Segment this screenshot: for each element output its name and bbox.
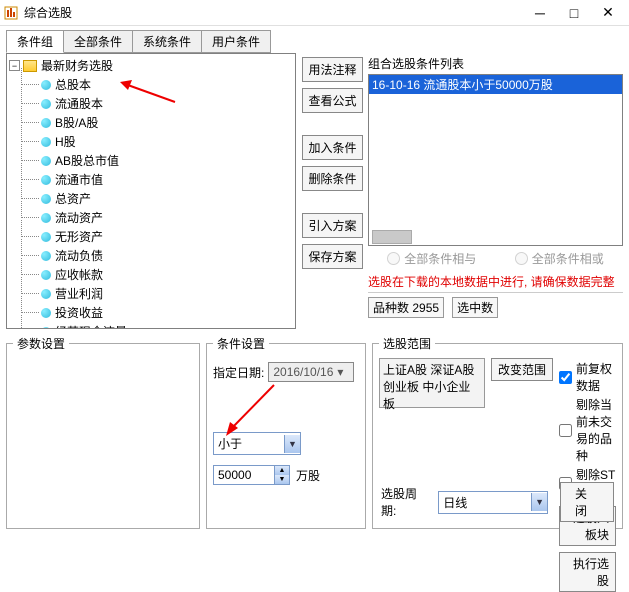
tree-item[interactable]: 投资收益 — [9, 303, 293, 322]
leaf-icon — [41, 156, 51, 166]
tree-item-label: 总股本 — [55, 76, 91, 93]
leaf-icon — [41, 327, 51, 330]
chevron-down-icon[interactable]: ▼ — [284, 435, 300, 453]
tree-root-label[interactable]: 最新财务选股 — [41, 57, 113, 74]
leaf-icon — [41, 175, 51, 185]
leaf-icon — [41, 137, 51, 147]
run-button[interactable]: 执行选股 — [559, 552, 616, 592]
scrollbar-thumb[interactable] — [372, 230, 412, 244]
tree-item[interactable]: 经营现金流量 — [9, 322, 293, 329]
tree-item-label: 流动负债 — [55, 247, 103, 264]
leaf-icon — [41, 118, 51, 128]
maximize-button[interactable]: □ — [557, 0, 591, 26]
tab-all[interactable]: 全部条件 — [63, 30, 133, 53]
tree-item-label: 总资产 — [55, 190, 91, 207]
tree-item[interactable]: 流动资产 — [9, 208, 293, 227]
warning-text: 选股在下载的本地数据中进行, 请确保数据完整 — [368, 271, 623, 292]
unit-label: 万股 — [296, 467, 320, 484]
range-desc: 上证A股 深证A股 创业板 中小企业板 — [379, 358, 485, 408]
del-cond-button[interactable]: 删除条件 — [302, 166, 363, 191]
date-label: 指定日期: — [213, 364, 264, 381]
tree-item-label: 投资收益 — [55, 304, 103, 321]
tab-bar: 条件组 全部条件 系统条件 用户条件 — [0, 26, 629, 53]
cycle-label: 选股周期: — [381, 485, 432, 519]
date-input[interactable]: 2016/10/16▾ — [268, 362, 354, 382]
tree-item[interactable]: 无形资产 — [9, 227, 293, 246]
chk-fq[interactable]: 前复权数据 — [559, 360, 616, 394]
tree-item[interactable]: 营业利润 — [9, 284, 293, 303]
spin-up-icon[interactable]: ▲ — [274, 466, 289, 475]
tree-item[interactable]: AB股总市值 — [9, 151, 293, 170]
tab-user[interactable]: 用户条件 — [201, 30, 271, 53]
tab-system[interactable]: 系统条件 — [132, 30, 202, 53]
change-range-button[interactable]: 改变范围 — [491, 358, 553, 381]
tree-item-label: 营业利润 — [55, 285, 103, 302]
add-cond-button[interactable]: 加入条件 — [302, 135, 363, 160]
params-legend: 参数设置 — [13, 335, 69, 352]
params-fieldset: 参数设置 — [6, 335, 200, 529]
minimize-button[interactable]: ─ — [523, 0, 557, 26]
close-button[interactable]: ✕ — [591, 0, 625, 26]
leaf-icon — [41, 80, 51, 90]
operator-dropdown[interactable]: 小于 ▼ — [213, 432, 301, 455]
tree-item[interactable]: 应收帐款 — [9, 265, 293, 284]
tree-item-label: 流通市值 — [55, 171, 103, 188]
leaf-icon — [41, 308, 51, 318]
radio-or[interactable]: 全部条件相或 — [515, 250, 604, 267]
import-button[interactable]: 引入方案 — [302, 213, 363, 238]
usage-button[interactable]: 用法注释 — [302, 57, 363, 82]
cond-list-label: 组合选股条件列表 — [368, 55, 623, 72]
leaf-icon — [41, 251, 51, 261]
radio-and[interactable]: 全部条件相与 — [387, 250, 476, 267]
tree-item-label: 无形资产 — [55, 228, 103, 245]
leaf-icon — [41, 270, 51, 280]
formula-button[interactable]: 查看公式 — [302, 88, 363, 113]
value-spinner[interactable]: 50000 ▲▼ — [213, 465, 290, 485]
tree-item-label: H股 — [55, 133, 76, 150]
leaf-icon — [41, 194, 51, 204]
status-selected: 选中数 — [452, 297, 498, 318]
tree-item[interactable]: 流动负债 — [9, 246, 293, 265]
tree-item[interactable]: H股 — [9, 132, 293, 151]
window-title: 综合选股 — [24, 4, 523, 21]
cond-fieldset: 条件设置 指定日期: 2016/10/16▾ 小于 ▼ 50000 ▲▼ 万股 — [206, 335, 366, 529]
cond-listbox[interactable]: 16-10-16 流通股本小于50000万股 — [368, 74, 623, 246]
tree-item[interactable]: 流通股本 — [9, 94, 293, 113]
tree-item[interactable]: 总股本 — [9, 75, 293, 94]
folder-icon — [23, 60, 37, 72]
tree-item[interactable]: B股/A股 — [9, 113, 293, 132]
leaf-icon — [41, 232, 51, 242]
tree-item[interactable]: 流通市值 — [9, 170, 293, 189]
cycle-dropdown[interactable]: 日线 ▼ — [438, 491, 548, 514]
app-icon — [4, 6, 18, 20]
range-fieldset: 选股范围 上证A股 深证A股 创业板 中小企业板 改变范围 前复权数据 剔除当前… — [372, 335, 623, 529]
leaf-icon — [41, 99, 51, 109]
chevron-down-icon[interactable]: ▼ — [531, 493, 547, 511]
tab-group[interactable]: 条件组 — [6, 30, 64, 53]
tree-item-label: 流通股本 — [55, 95, 103, 112]
tree-item-label: 流动资产 — [55, 209, 103, 226]
cond-legend: 条件设置 — [213, 335, 269, 352]
chk-untraded[interactable]: 剔除当前未交易的品种 — [559, 396, 616, 464]
tree-item-label: 应收帐款 — [55, 266, 103, 283]
close-dialog-button[interactable]: 关闭 — [560, 482, 614, 522]
tree-item-label: B股/A股 — [55, 114, 98, 131]
cond-list-item-selected[interactable]: 16-10-16 流通股本小于50000万股 — [369, 75, 622, 94]
save-button[interactable]: 保存方案 — [302, 244, 363, 269]
spin-down-icon[interactable]: ▼ — [274, 475, 289, 484]
tree-collapse-icon[interactable]: − — [9, 60, 20, 71]
tree-item[interactable]: 总资产 — [9, 189, 293, 208]
leaf-icon — [41, 289, 51, 299]
range-legend: 选股范围 — [379, 335, 435, 352]
condition-tree[interactable]: − 最新财务选股 总股本流通股本 B股/A股 H股 AB股总市值流通市值总资产流动资产… — [6, 53, 296, 329]
leaf-icon — [41, 213, 51, 223]
calendar-icon: ▾ — [337, 365, 343, 379]
tree-item-label: AB股总市值 — [55, 152, 119, 169]
tree-item-label: 经营现金流量 — [55, 323, 127, 329]
status-count: 品种数 2955 — [368, 297, 444, 318]
